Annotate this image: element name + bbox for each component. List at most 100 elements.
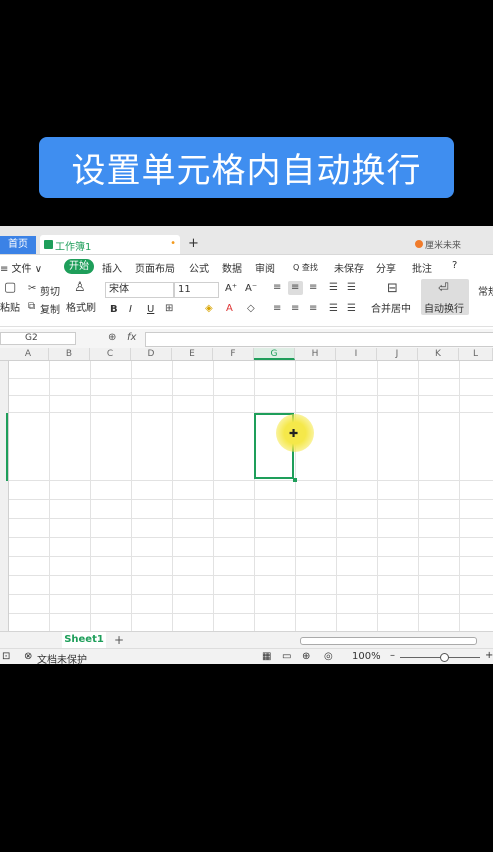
user-name: 厘米未来 [425, 241, 462, 251]
ribbon-toolbar: ▢ 粘贴 ✂ 剪切 ⧉ 复制 ♙ 格式刷 宋体 11 A⁺ A⁻ B I U ⊞… [0, 278, 493, 327]
column-header[interactable]: A [8, 348, 49, 360]
border-icon[interactable]: ⊞ [165, 303, 173, 314]
format-painter-button[interactable]: 格式刷 [66, 299, 96, 314]
column-header[interactable]: F [213, 348, 254, 360]
grid-line [0, 499, 493, 500]
menu-page-layout[interactable]: 页面布局 [135, 260, 175, 275]
wrap-text-icon: ⏎ [438, 281, 449, 296]
scissors-icon: ✂ [28, 283, 37, 294]
grid-line [418, 361, 419, 631]
view-normal-icon[interactable]: ▦ [262, 651, 271, 662]
zoom-out-button[interactable]: – [390, 650, 395, 661]
column-header-selected[interactable]: G [254, 348, 295, 360]
merge-center-button[interactable]: 合并居中 [371, 300, 411, 315]
formula-input[interactable] [145, 332, 493, 347]
formula-bar: G2 ⊕ fx [0, 329, 493, 349]
column-header[interactable]: D [131, 348, 172, 360]
grid-line [0, 556, 493, 557]
help-button[interactable]: ? [452, 260, 457, 271]
format-painter-icon: ♙ [74, 280, 86, 295]
tab-bar: 首页 工作簿1 • + 厘米未来 [0, 226, 493, 255]
align-middle-icon[interactable]: ≡ [291, 282, 299, 293]
font-grow-button[interactable]: A⁺ [225, 283, 237, 294]
font-shrink-button[interactable]: A⁻ [245, 283, 257, 294]
tab-home[interactable]: 首页 [0, 236, 36, 254]
column-header[interactable]: J [377, 348, 418, 360]
align-center-icon[interactable]: ≡ [291, 303, 299, 314]
number-format-select[interactable]: 常规 [478, 283, 493, 298]
font-size-select[interactable]: 11 [174, 282, 219, 298]
paste-button[interactable]: 粘贴 [0, 299, 20, 314]
copy-icon: ⧉ [28, 301, 36, 312]
protection-status[interactable]: 文档未保护 [37, 651, 87, 664]
justify-icon[interactable]: ☰ [329, 303, 338, 314]
cell-grid[interactable] [0, 361, 493, 631]
menu-review[interactable]: 审阅 [255, 260, 275, 275]
grid-line [49, 361, 50, 631]
horizontal-scrollbar[interactable] [300, 637, 477, 645]
zoom-in-button[interactable]: + [485, 650, 493, 661]
menu-insert[interactable]: 插入 [102, 260, 122, 275]
title-banner: 设置单元格内自动换行 [39, 137, 454, 198]
menu-formula[interactable]: 公式 [189, 260, 209, 275]
fill-color-icon[interactable]: ◈ [205, 303, 213, 314]
share-button[interactable]: 分享 [376, 260, 396, 275]
column-header[interactable]: I [336, 348, 377, 360]
grid-line [459, 361, 460, 631]
name-box[interactable]: G2 [0, 332, 76, 345]
eye-protect-icon[interactable]: ◎ [324, 651, 333, 662]
comment-button[interactable]: 批注 [412, 260, 432, 275]
wrap-text-button[interactable]: 自动换行 [424, 300, 464, 315]
font-name-value: 宋体 [109, 284, 129, 295]
fill-handle[interactable] [293, 478, 297, 482]
font-color-icon[interactable]: A [226, 303, 233, 314]
view-page-icon[interactable]: ▭ [282, 651, 291, 662]
zoom-icon: ⊕ [108, 332, 117, 343]
view-page-break-icon[interactable]: ⊕ [302, 651, 310, 662]
column-header[interactable]: K [418, 348, 459, 360]
underline-button[interactable]: U [147, 304, 154, 315]
add-sheet-button[interactable]: + [114, 632, 124, 648]
column-header[interactable]: E [172, 348, 213, 360]
column-header[interactable]: L [459, 348, 493, 360]
copy-button[interactable]: 复制 [40, 301, 60, 316]
protect-icon: ⊗ [24, 651, 33, 662]
zoom-level[interactable]: 100% [352, 651, 381, 662]
grid-line [0, 395, 493, 396]
grid-line [131, 361, 132, 631]
indent-right-icon[interactable]: ☰ [347, 282, 356, 293]
grid-line [377, 361, 378, 631]
search-button[interactable]: Q 查找 [293, 262, 318, 273]
font-name-select[interactable]: 宋体 [105, 282, 174, 298]
row-header-selected[interactable] [6, 413, 8, 481]
menu-start[interactable]: 开始 [64, 259, 94, 274]
align-left-icon[interactable]: ≡ [273, 303, 281, 314]
cut-button[interactable]: 剪切 [40, 283, 60, 298]
menu-data[interactable]: 数据 [222, 260, 242, 275]
grid-line [0, 594, 493, 595]
bold-button[interactable]: B [110, 304, 118, 315]
grid-line [0, 412, 493, 413]
grid-line [172, 361, 173, 631]
italic-button[interactable]: I [129, 304, 132, 315]
align-top-icon[interactable]: ≡ [273, 282, 281, 293]
user-account[interactable]: 厘米未来 [415, 238, 461, 251]
align-bottom-icon[interactable]: ≡ [309, 282, 317, 293]
grid-line [0, 378, 493, 379]
tab-workbook[interactable]: 工作簿1 • [40, 235, 180, 254]
column-header[interactable]: B [49, 348, 90, 360]
zoom-slider-knob[interactable] [440, 653, 449, 662]
grid-line [0, 537, 493, 538]
workbook-tab-label: 工作簿1 [55, 242, 92, 253]
sheet-tab[interactable]: Sheet1 [62, 632, 106, 648]
menu-file[interactable]: ≡ 文件 ∨ [0, 260, 42, 275]
column-header[interactable]: C [90, 348, 131, 360]
grid-line [90, 361, 91, 631]
column-header[interactable]: H [295, 348, 336, 360]
distribute-icon[interactable]: ☰ [347, 303, 356, 314]
indent-left-icon[interactable]: ☰ [329, 282, 338, 293]
clear-format-icon[interactable]: ◇ [247, 303, 255, 314]
unsaved-button[interactable]: 未保存 [334, 260, 364, 275]
add-tab-button[interactable]: + [188, 236, 199, 251]
align-right-icon[interactable]: ≡ [309, 303, 317, 314]
